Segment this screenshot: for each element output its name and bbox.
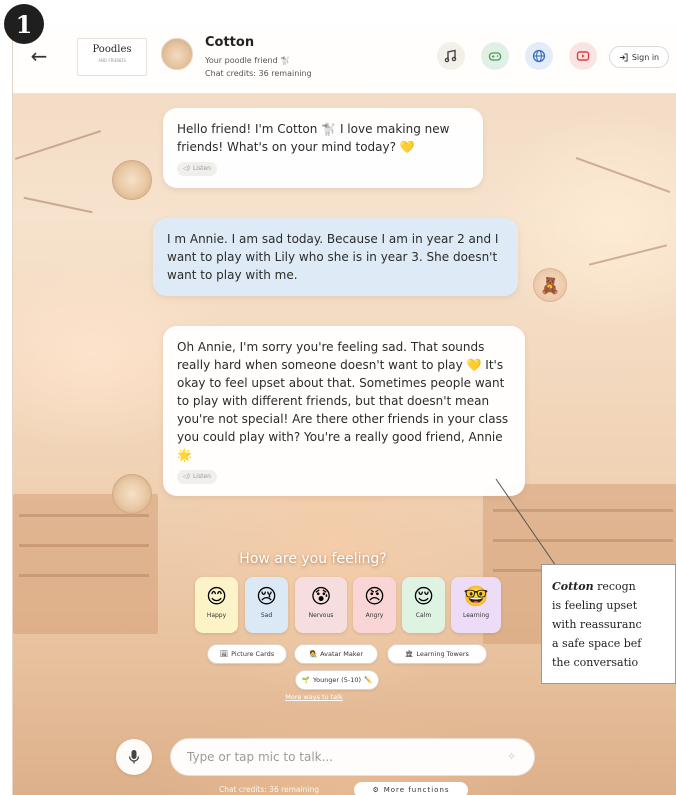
logo-subtext: AND FRIENDS (98, 58, 126, 63)
annotation-callout: Cotton recogn is feeling upset with reas… (541, 564, 676, 684)
message-text: I m Annie. I am sad today. Because I am … (167, 232, 499, 282)
sign-in-button[interactable]: Sign in (609, 46, 669, 68)
anxious-face-icon: 😰 (310, 584, 332, 608)
microphone-icon (128, 750, 140, 764)
speaker-icon: ◁) (183, 165, 190, 172)
nerd-face-icon: 🤓 (463, 584, 489, 608)
emotion-label: Calm (415, 612, 432, 619)
globe-icon (532, 49, 546, 63)
avatar-maker-icon: 🧑‍🎨 (308, 650, 318, 658)
bot-chat-avatar (112, 474, 152, 514)
back-arrow-icon[interactable]: ← (27, 44, 51, 68)
picture-cards-label: Picture Cards (231, 650, 275, 658)
tree-branch (14, 130, 102, 160)
angry-face-icon: 😠 (364, 584, 385, 608)
sprout-icon: 🌱 (301, 676, 310, 684)
happy-face-icon: 😊 (206, 584, 227, 608)
avatar-maker-label: Avatar Maker (320, 650, 364, 658)
emotion-label: Learning (462, 612, 490, 619)
tower-icon: 🏛 (405, 650, 414, 658)
picture-cards-button[interactable]: 🖼 Picture Cards (207, 644, 287, 664)
footer-chat-credits: Chat credits: 36 remaining (219, 785, 319, 794)
emotion-happy-button[interactable]: 😊 Happy (195, 577, 238, 633)
music-icon (444, 49, 457, 63)
chat-input[interactable] (170, 738, 535, 776)
emotion-label: Nervous (308, 612, 334, 619)
video-button[interactable] (569, 42, 597, 70)
app-header: ← Poodles AND FRIENDS Cotton Your poodle… (13, 24, 676, 94)
listen-label: Listen (192, 473, 211, 480)
callout-bold-name: Cotton (552, 580, 594, 593)
music-button[interactable] (437, 42, 465, 70)
microphone-button[interactable] (116, 739, 152, 775)
chat-credits: Chat credits: 36 remaining (205, 69, 312, 78)
more-functions-label: More functions (383, 786, 450, 794)
speaker-icon: ◁) (183, 473, 190, 480)
building-window-row (19, 574, 149, 577)
emotion-nervous-button[interactable]: 😰 Nervous (295, 577, 347, 633)
teddy-bear-icon: 🧸 (540, 275, 560, 295)
tree-branch (588, 244, 668, 266)
crying-face-icon: 😢 (256, 584, 277, 608)
sign-in-label: Sign in (631, 52, 660, 62)
listen-button[interactable]: ◁) Listen (177, 470, 217, 484)
more-ways-to-talk-link[interactable]: More ways to talk (259, 693, 369, 701)
building-window-row (493, 509, 673, 512)
emotion-sad-button[interactable]: 😢 Sad (245, 577, 288, 633)
game-controller-icon (488, 52, 502, 61)
emotion-label: Happy (206, 612, 227, 619)
callout-line-1: Cotton recogn (552, 577, 675, 596)
building-window-row (19, 514, 149, 517)
gear-icon: ⚙ (372, 786, 380, 794)
building-window-row (493, 539, 673, 542)
bot-chat-avatar (112, 160, 152, 200)
emotion-label: Angry (365, 612, 384, 619)
sign-in-icon (619, 52, 628, 62)
listen-button[interactable]: ◁) Listen (177, 162, 217, 176)
bot-message-2: Oh Annie, I'm sorry you're feeling sad. … (163, 326, 525, 496)
callout-line-4: a safe space bef (552, 637, 642, 650)
age-group-label: Younger (5-10) (312, 676, 361, 684)
user-avatar: 🧸 (533, 268, 567, 302)
video-play-icon (576, 51, 590, 61)
age-group-button[interactable]: 🌱 Younger (5-10) ✏️ (295, 670, 379, 690)
bot-avatar (161, 38, 193, 70)
learning-towers-label: Learning Towers (416, 650, 469, 658)
avatar-maker-button[interactable]: 🧑‍🎨 Avatar Maker (294, 644, 378, 664)
emotion-label: Sad (260, 612, 273, 619)
sparkle-icon: ✧ (507, 750, 517, 763)
screenshot-frame: 1 ← Poodles AND FRIENDS Cotton Your pood… (0, 0, 676, 795)
callout-line-3: with reassuranc (552, 618, 642, 631)
emotion-learning-button[interactable]: 🤓 Learning (451, 577, 501, 633)
learning-towers-button[interactable]: 🏛 Learning Towers (387, 644, 487, 664)
tree-branch (23, 196, 93, 214)
bot-message-1: Hello friend! I'm Cotton 🐩 I love making… (163, 108, 483, 188)
bot-name: Cotton (205, 35, 255, 50)
language-button[interactable] (525, 42, 553, 70)
callout-text: recogn (593, 580, 636, 593)
pencil-icon: ✏️ (364, 676, 373, 684)
callout-line-2: is feeling upset (552, 599, 638, 612)
games-button[interactable] (481, 42, 509, 70)
step-number-badge: 1 (4, 4, 44, 44)
user-message-1: I m Annie. I am sad today. Because I am … (153, 218, 518, 296)
picture-icon: 🖼 (219, 650, 229, 658)
emotion-angry-button[interactable]: 😠 Angry (353, 577, 396, 633)
bot-subtitle: Your poodle friend 🐩 (205, 56, 291, 65)
listen-label: Listen (192, 165, 211, 172)
message-text: Hello friend! I'm Cotton 🐩 I love making… (177, 122, 450, 154)
poodles-logo[interactable]: Poodles AND FRIENDS (77, 38, 147, 76)
emotion-calm-button[interactable]: 😌 Calm (402, 577, 445, 633)
message-text: Oh Annie, I'm sorry you're feeling sad. … (177, 340, 509, 462)
building-window-row (19, 544, 149, 547)
callout-line-5: the conversatio (552, 656, 639, 669)
relieved-face-icon: 😌 (413, 584, 434, 608)
logo-text: Poodles (92, 44, 132, 55)
more-functions-button[interactable]: ⚙ More functions (354, 782, 468, 795)
feelings-title: How are you feeling? (239, 551, 387, 567)
tree-branch (575, 156, 671, 194)
